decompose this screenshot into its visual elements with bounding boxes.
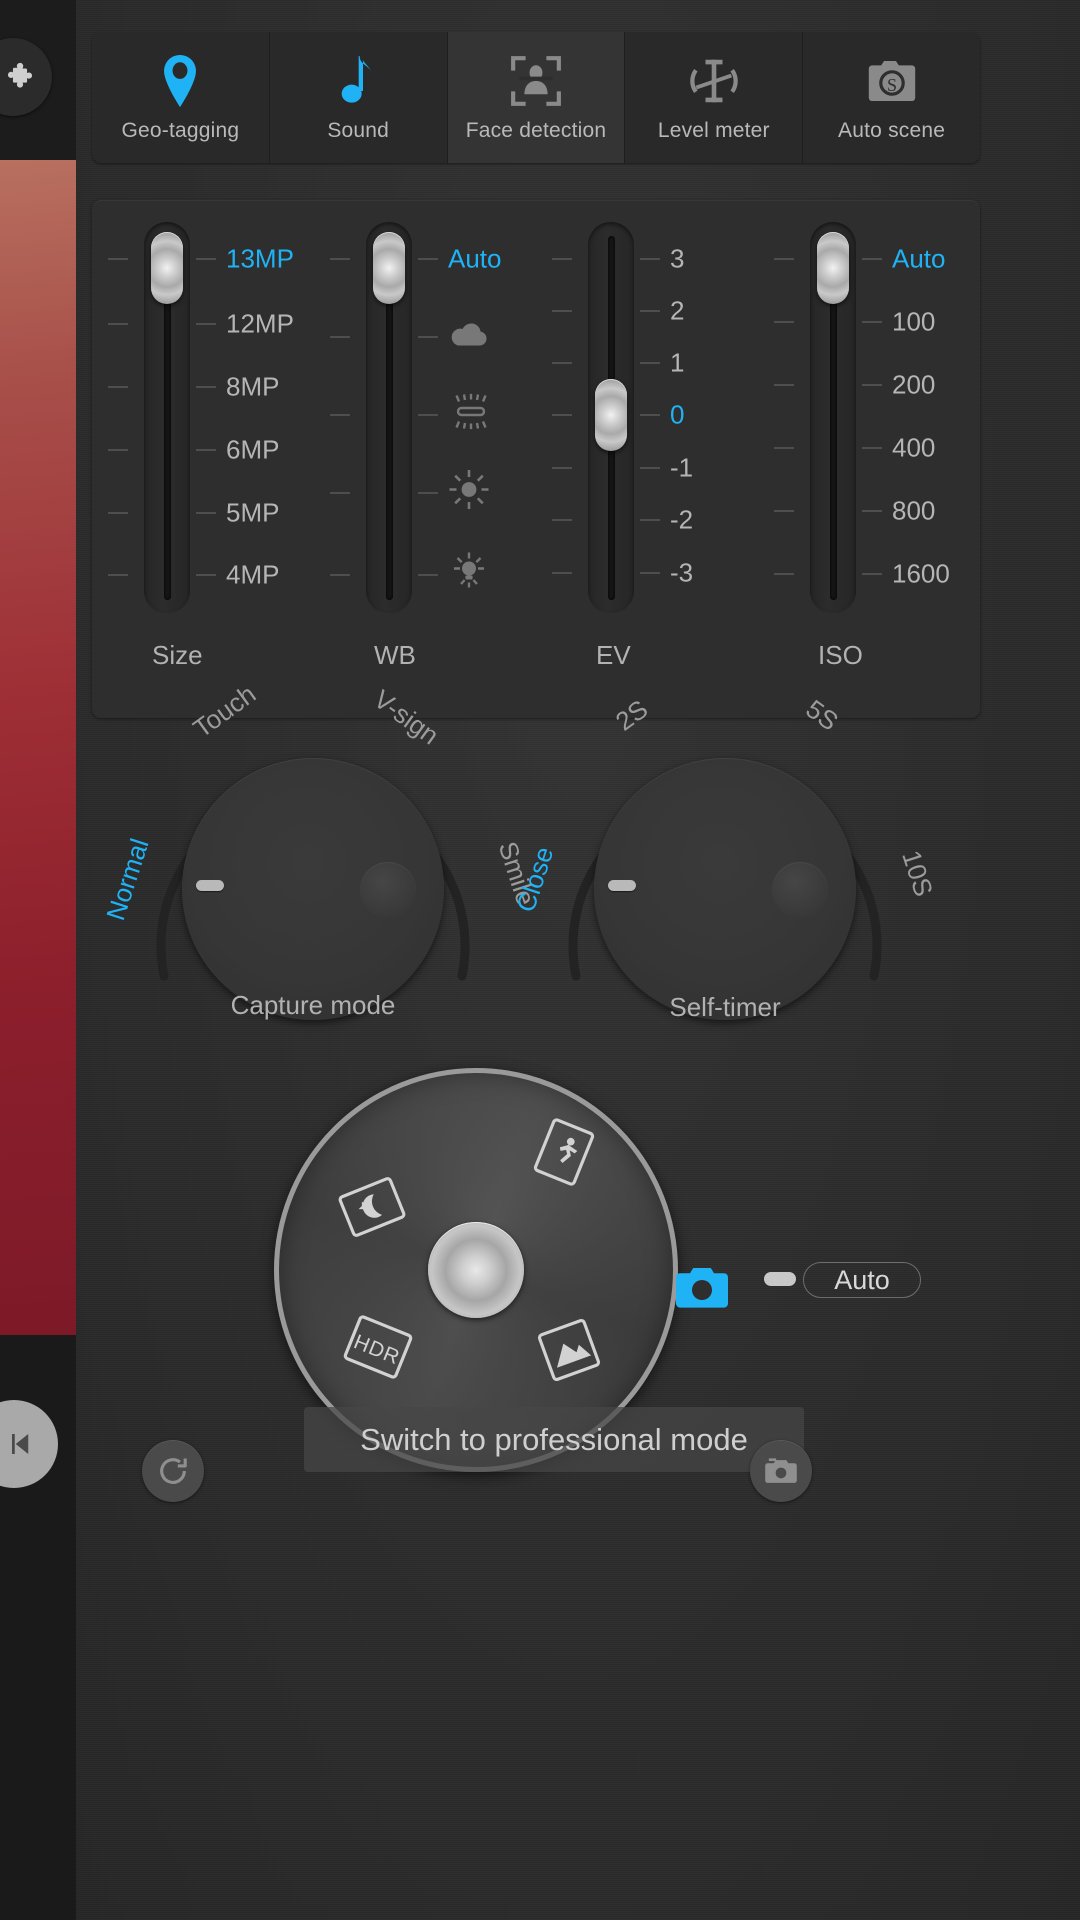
quick-settings-toolbar: Geo-tagging Sound Face detection Level m…	[92, 32, 980, 163]
slider-thumb[interactable]	[373, 232, 405, 304]
wb-option-auto[interactable]: Auto	[448, 244, 502, 275]
reset-icon[interactable]	[142, 1440, 204, 1502]
wb-slider[interactable]	[366, 222, 412, 614]
tick-marks-right	[862, 222, 890, 614]
ev-option[interactable]: 1	[670, 348, 684, 379]
self-timer-caption: Self-timer	[669, 992, 781, 1022]
slider-column-ev: 3 2 1 0 -1 -2 -3 EV	[536, 200, 758, 718]
tool-label: Level meter	[657, 118, 770, 142]
hdr-icon[interactable]: HDR	[343, 1315, 413, 1381]
tick-marks-left	[774, 222, 802, 614]
size-caption: Size	[152, 640, 203, 670]
photo-preview-strip[interactable]	[0, 160, 76, 1335]
rotary-hub-icon[interactable]	[428, 1222, 524, 1318]
tick-marks-right	[640, 222, 668, 614]
scene-mode-pill[interactable]: Auto	[803, 1262, 921, 1298]
self-timer-option-10s[interactable]: 10S	[895, 847, 939, 901]
size-option[interactable]: 6MP	[226, 435, 279, 466]
size-option[interactable]: 12MP	[226, 309, 294, 340]
wb-caption: WB	[374, 640, 416, 670]
size-option[interactable]: 13MP	[226, 244, 294, 275]
dial-indicator	[608, 880, 636, 891]
size-option[interactable]: 4MP	[226, 560, 279, 591]
cloud-icon	[448, 321, 488, 354]
toast-notification: Switch to professional mode	[304, 1407, 804, 1472]
size-option[interactable]: 5MP	[226, 498, 279, 529]
ev-slider[interactable]	[588, 222, 634, 614]
ev-option[interactable]: -3	[670, 558, 693, 589]
ev-caption: EV	[596, 640, 631, 670]
tool-geo-tagging[interactable]: Geo-tagging	[92, 32, 269, 163]
incandescent-icon	[448, 551, 490, 600]
slider-thumb[interactable]	[595, 379, 627, 451]
iso-slider[interactable]	[810, 222, 856, 614]
slider-column-wb: Auto WB	[314, 200, 536, 718]
iso-options: Auto 100 200 400 800 1600	[892, 222, 1042, 614]
iso-option[interactable]: 400	[892, 433, 935, 464]
scene-mode-value: Auto	[834, 1264, 890, 1295]
dial-body[interactable]	[594, 758, 856, 1020]
iso-option[interactable]: 100	[892, 307, 935, 338]
tick-marks-right	[196, 222, 224, 614]
self-timer-dial[interactable]: Close 2S 5S 10S Self-timer	[510, 694, 939, 1060]
level-meter-icon	[686, 53, 742, 109]
tool-level-meter[interactable]: Level meter	[624, 32, 803, 163]
svg-text:S: S	[887, 75, 897, 95]
tick-marks-left	[108, 222, 136, 614]
camera-icon[interactable]	[674, 1266, 730, 1315]
music-note-icon	[338, 53, 378, 109]
sun-icon	[448, 469, 490, 518]
dial-body[interactable]	[182, 758, 444, 1020]
tick-marks-left	[330, 222, 358, 614]
fluorescent-icon	[448, 392, 494, 439]
night-scene-icon[interactable]	[338, 1177, 406, 1239]
slider-thumb[interactable]	[151, 232, 183, 304]
switch-camera-icon[interactable]	[750, 1440, 812, 1502]
ev-option[interactable]: -1	[670, 453, 693, 484]
size-option[interactable]: 8MP	[226, 372, 279, 403]
slider-column-size: 13MP 12MP 8MP 6MP 5MP 4MP Size	[92, 200, 314, 718]
iso-option[interactable]: Auto	[892, 244, 946, 275]
ev-option[interactable]: -2	[670, 505, 693, 536]
toast-message: Switch to professional mode	[360, 1421, 748, 1457]
capture-mode-caption: Capture mode	[230, 990, 396, 1020]
wb-option-daylight[interactable]	[448, 469, 490, 518]
slider-thumb[interactable]	[817, 232, 849, 304]
wb-option-incandescent[interactable]	[448, 551, 490, 600]
location-pin-icon	[159, 53, 201, 109]
settings-panel: Geo-tagging Sound Face detection Level m…	[76, 0, 1080, 1920]
tool-auto-scene[interactable]: S Auto scene	[802, 32, 980, 163]
ev-option[interactable]: 0	[670, 400, 684, 431]
dial-grip[interactable]	[772, 862, 828, 918]
iso-option[interactable]: 200	[892, 370, 935, 401]
exposure-sliders-card: 13MP 12MP 8MP 6MP 5MP 4MP Size Auto WB 3…	[92, 200, 980, 718]
wb-option-fluorescent[interactable]	[448, 392, 494, 439]
tool-label: Sound	[327, 118, 390, 142]
tool-face-detection[interactable]: Face detection	[446, 32, 625, 163]
face-detect-icon	[509, 53, 563, 109]
dial-indicator	[196, 880, 224, 891]
camera-scene-icon: S	[866, 53, 918, 109]
tick-marks-right	[418, 222, 446, 614]
size-slider[interactable]	[144, 222, 190, 614]
tool-label: Face detection	[465, 118, 607, 142]
wb-option-cloudy[interactable]	[448, 321, 488, 354]
tool-sound[interactable]: Sound	[268, 32, 447, 163]
slider-column-iso: Auto 100 200 400 800 1600 ISO	[758, 200, 980, 718]
dial-grip[interactable]	[360, 862, 416, 918]
iso-option[interactable]: 800	[892, 496, 935, 527]
iso-option[interactable]: 1600	[892, 559, 950, 590]
tool-label: Geo-tagging	[121, 118, 240, 142]
sports-action-icon[interactable]	[533, 1118, 595, 1189]
tick-marks-left	[552, 222, 580, 614]
tool-label: Auto scene	[838, 118, 946, 142]
capture-mode-dial[interactable]: Normal Touch V-sign Smile Capture mode	[100, 679, 541, 1060]
landscape-icon[interactable]	[537, 1318, 601, 1385]
mode-connector	[764, 1272, 796, 1286]
iso-caption: ISO	[818, 640, 863, 670]
ev-option[interactable]: 2	[670, 296, 684, 327]
ev-option[interactable]: 3	[670, 244, 684, 275]
